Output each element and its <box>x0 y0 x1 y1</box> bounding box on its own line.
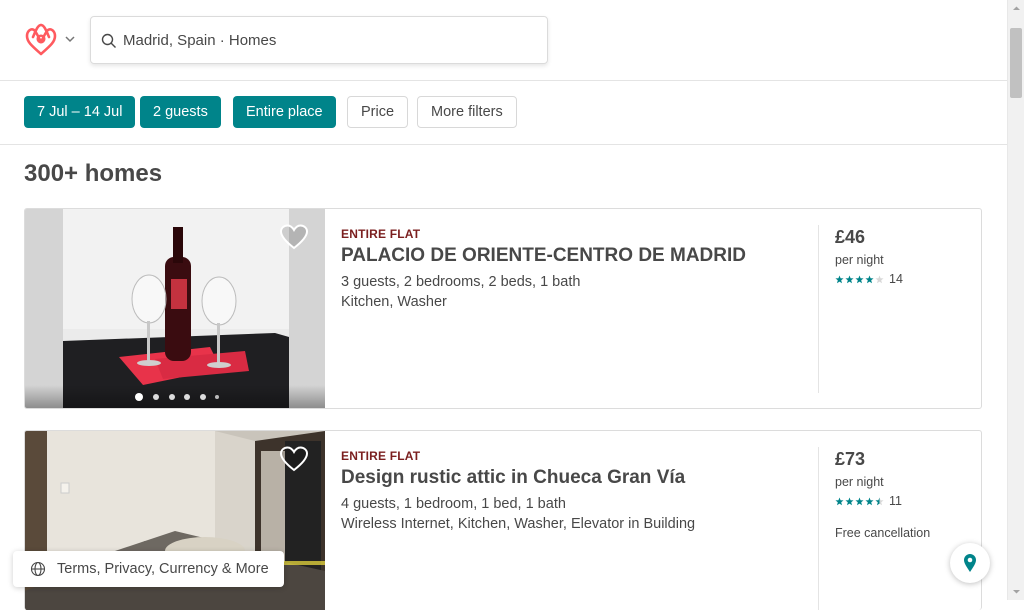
footer-label: Terms, Privacy, Currency & More <box>57 561 269 577</box>
photo-carousel-dots[interactable] <box>25 385 325 408</box>
scroll-down-arrow-icon[interactable] <box>1008 583 1024 600</box>
heart-icon[interactable] <box>279 445 309 473</box>
price-block: £73 per night 11 Free cancellation <box>835 449 975 540</box>
listing-card[interactable]: ENTIRE FLAT PALACIO DE ORIENTE-CENTRO DE… <box>24 208 982 409</box>
price-unit: per night <box>835 253 884 267</box>
rating: 14 <box>835 272 975 286</box>
price-unit: per night <box>835 475 884 489</box>
map-toggle-button[interactable] <box>950 543 990 583</box>
star-icon <box>845 496 854 505</box>
rating-stars <box>835 274 885 284</box>
filter-home-type-button[interactable]: Entire place <box>233 96 336 128</box>
review-count: 11 <box>889 494 902 508</box>
rating: 11 <box>835 494 975 508</box>
listing-details: 4 guests, 1 bedroom, 1 bed, 1 bath <box>341 496 566 512</box>
map-pin-icon <box>962 553 978 573</box>
listing-title[interactable]: PALACIO DE ORIENTE-CENTRO DE MADRID <box>341 245 811 267</box>
property-type: ENTIRE FLAT <box>341 449 421 463</box>
star-icon <box>855 496 864 505</box>
star-icon <box>865 496 874 505</box>
scrollbar[interactable] <box>1007 0 1024 600</box>
chevron-down-icon[interactable] <box>64 32 76 44</box>
listing-price: £46 <box>835 227 866 247</box>
star-icon <box>875 274 884 283</box>
divider <box>818 225 819 393</box>
airbnb-logo-icon[interactable] <box>24 22 58 58</box>
search-box[interactable]: Madrid, Spain · Homes <box>90 16 548 64</box>
property-type: ENTIRE FLAT <box>341 227 421 241</box>
review-count: 14 <box>889 272 903 286</box>
filter-guests-button[interactable]: 2 guests <box>140 96 221 128</box>
filter-more-button[interactable]: More filters <box>417 96 517 128</box>
filter-price-button[interactable]: Price <box>347 96 409 128</box>
listing-amenities: Wireless Internet, Kitchen, Washer, Elev… <box>341 516 696 532</box>
filter-dates-button[interactable]: 7 Jul – 14 Jul <box>24 96 136 128</box>
listing-info: ENTIRE FLAT PALACIO DE ORIENTE-CENTRO DE… <box>341 227 811 310</box>
rating-stars <box>835 496 885 506</box>
star-half-icon <box>875 496 884 505</box>
results-heading: 300+ homes <box>24 160 163 187</box>
star-icon <box>835 496 844 505</box>
scroll-up-arrow-icon[interactable] <box>1008 0 1024 17</box>
search-icon <box>101 33 117 49</box>
header: Madrid, Spain · Homes <box>0 0 1007 81</box>
listing-title[interactable]: Design rustic attic in Chueca Gran Vía <box>341 467 811 489</box>
listing-info: ENTIRE FLAT Design rustic attic in Chuec… <box>341 449 811 532</box>
heart-icon[interactable] <box>279 223 309 251</box>
free-cancellation-badge: Free cancellation <box>835 526 931 540</box>
divider <box>818 447 819 610</box>
listing-amenities: Kitchen, Washer <box>341 294 447 310</box>
footer-links-button[interactable]: Terms, Privacy, Currency & More <box>13 551 284 587</box>
star-icon <box>835 274 844 283</box>
listing-details: 3 guests, 2 bedrooms, 2 beds, 1 bath <box>341 274 581 290</box>
listing-photo[interactable] <box>25 209 325 408</box>
globe-icon <box>30 561 46 577</box>
star-icon <box>865 274 874 283</box>
star-icon <box>845 274 854 283</box>
listing-price: £73 <box>835 449 866 469</box>
search-input[interactable]: Madrid, Spain · Homes <box>123 32 276 49</box>
star-icon <box>855 274 864 283</box>
scrollbar-thumb[interactable] <box>1010 28 1022 98</box>
price-block: £46 per night 14 <box>835 227 975 286</box>
filter-bar: 7 Jul – 14 Jul 2 guests Entire place Pri… <box>0 81 1007 145</box>
